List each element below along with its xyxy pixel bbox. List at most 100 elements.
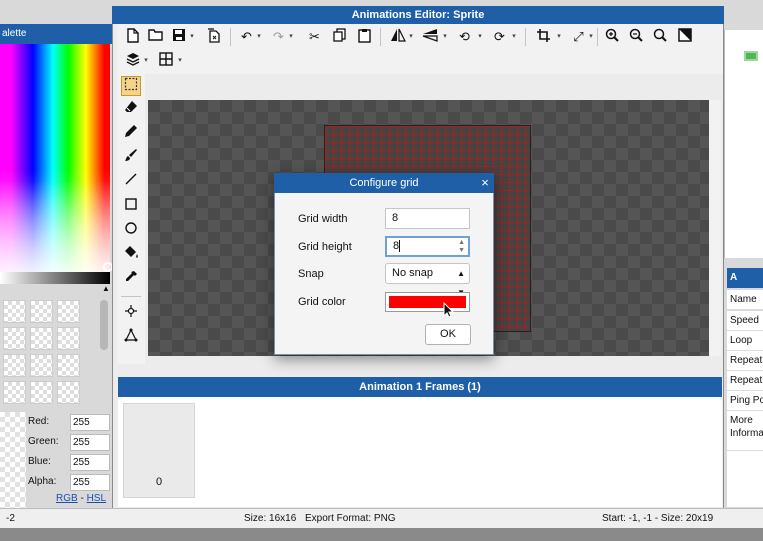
frames-panel	[118, 397, 722, 507]
zoom-out-icon[interactable]	[627, 28, 644, 45]
swatch[interactable]	[30, 354, 53, 377]
rotate-ccw-dropdown-icon[interactable]: ▾	[477, 28, 483, 45]
swatch[interactable]	[30, 327, 53, 350]
point-icon[interactable]	[121, 304, 141, 324]
red-input[interactable]: 255	[70, 414, 110, 431]
red-label: Red:	[28, 416, 50, 427]
stepper-icon[interactable]: ▲ ▼	[458, 239, 465, 255]
polygon-icon[interactable]	[121, 328, 141, 348]
blue-input[interactable]: 255	[70, 454, 110, 471]
crop-dropdown-icon[interactable]: ▾	[556, 28, 562, 45]
mouse-pointer-icon	[443, 301, 455, 318]
grid-dropdown-icon[interactable]: ▾	[177, 52, 183, 69]
prop-repeat[interactable]: Repeat	[727, 351, 763, 371]
prop-name[interactable]: Name	[727, 290, 763, 310]
redo-dropdown-icon[interactable]: ▾	[288, 28, 294, 45]
toolbar-separator	[380, 28, 381, 46]
grid-width-input[interactable]: 8	[385, 208, 470, 229]
rectangle-icon[interactable]	[121, 197, 141, 217]
brightness-slider-thumb[interactable]: ▲	[102, 284, 110, 294]
flip-v-dropdown-icon[interactable]: ▾	[442, 28, 448, 45]
brush-icon[interactable]	[121, 148, 141, 168]
redo-icon[interactable]: ↷	[270, 28, 287, 45]
new-file-icon[interactable]	[124, 28, 141, 45]
paste-icon[interactable]	[356, 28, 373, 45]
desktop-strip	[0, 528, 763, 541]
eyedropper-icon[interactable]	[121, 270, 141, 290]
rotate-cw-icon[interactable]: ⟳	[491, 28, 508, 45]
rotate-ccw-icon[interactable]: ⟲	[456, 28, 473, 45]
prop-more-info[interactable]: More Informa	[727, 411, 763, 451]
toolbar-separator	[525, 28, 526, 46]
close-icon[interactable]: ×	[477, 173, 493, 193]
prop-ping-pong[interactable]: Ping Po	[727, 391, 763, 411]
save-icon[interactable]	[170, 28, 187, 45]
flip-horizontal-icon[interactable]	[389, 28, 406, 45]
resize-icon[interactable]: ⤢	[570, 28, 587, 45]
green-input[interactable]: 255	[70, 434, 110, 451]
swatch[interactable]	[57, 327, 80, 350]
text-caret	[399, 240, 401, 253]
flip-h-dropdown-icon[interactable]: ▾	[408, 28, 414, 45]
undo-dropdown-icon[interactable]: ▾	[256, 28, 262, 45]
swatch[interactable]	[3, 300, 26, 323]
canvas-scrollbar[interactable]	[709, 100, 721, 356]
select-icon[interactable]	[121, 76, 141, 96]
layers-dropdown-icon[interactable]: ▾	[143, 52, 149, 69]
tools-separator	[121, 296, 141, 297]
layers-icon[interactable]	[124, 52, 141, 69]
current-color-preview	[0, 412, 26, 508]
grid-height-input[interactable]: 8 ▲ ▼	[385, 236, 470, 257]
undo-icon[interactable]: ↶	[238, 28, 255, 45]
color-mode-links: RGB - HSL	[56, 493, 106, 504]
crop-icon[interactable]	[535, 28, 552, 45]
zoom-fit-icon[interactable]	[651, 28, 668, 45]
ok-button[interactable]: OK	[425, 324, 471, 345]
swatch[interactable]	[3, 327, 26, 350]
rgb-mode-link[interactable]: RGB	[56, 493, 78, 504]
zoom-in-icon[interactable]	[603, 28, 620, 45]
flip-vertical-icon[interactable]	[421, 28, 438, 45]
prop-speed[interactable]: Speed	[727, 311, 763, 331]
ellipse-icon[interactable]	[121, 221, 141, 241]
prop-loop[interactable]: Loop	[727, 331, 763, 351]
grid-color-button[interactable]	[385, 292, 470, 312]
swatch[interactable]	[30, 300, 53, 323]
copy-icon[interactable]	[331, 28, 348, 45]
prop-repeat-2[interactable]: Repeat	[727, 371, 763, 391]
export-icon[interactable]	[205, 28, 222, 45]
hsl-mode-link[interactable]: HSL	[87, 493, 106, 504]
swatch[interactable]	[3, 354, 26, 377]
add-animation-icon[interactable]	[744, 51, 758, 61]
eraser-icon[interactable]	[121, 100, 141, 120]
open-folder-icon[interactable]	[147, 28, 164, 45]
swatch[interactable]	[3, 381, 26, 404]
grid-icon[interactable]	[157, 52, 174, 69]
snap-label: Snap	[298, 268, 324, 280]
alpha-label: Alpha:	[28, 476, 57, 487]
properties-title: A	[727, 268, 763, 288]
fullscreen-icon[interactable]	[676, 28, 693, 45]
cut-icon[interactable]: ✂	[306, 28, 323, 45]
fill-icon[interactable]	[121, 245, 141, 265]
color-spectrum-overlay	[0, 44, 110, 272]
green-label: Green:	[28, 436, 59, 447]
snap-select[interactable]: No snap ▲▼	[385, 263, 470, 297]
right-panel	[724, 30, 763, 258]
brightness-slider[interactable]	[0, 272, 110, 284]
alpha-input[interactable]: 255	[70, 474, 110, 491]
swatch[interactable]	[57, 300, 80, 323]
swatch[interactable]	[57, 381, 80, 404]
resize-dropdown-icon[interactable]: ▾	[588, 28, 594, 45]
rotate-cw-dropdown-icon[interactable]: ▾	[511, 28, 517, 45]
pencil-icon[interactable]	[121, 124, 141, 144]
save-dropdown-icon[interactable]: ▾	[189, 28, 195, 45]
mode-separator: -	[77, 493, 87, 504]
line-icon[interactable]	[121, 172, 141, 192]
snap-select-value: No snap	[392, 267, 433, 279]
green-row: Green: 255	[28, 434, 113, 452]
swatch-scrollbar[interactable]	[100, 300, 108, 350]
status-size: Size: 16x16	[244, 513, 297, 524]
swatch[interactable]	[30, 381, 53, 404]
swatch[interactable]	[57, 354, 80, 377]
